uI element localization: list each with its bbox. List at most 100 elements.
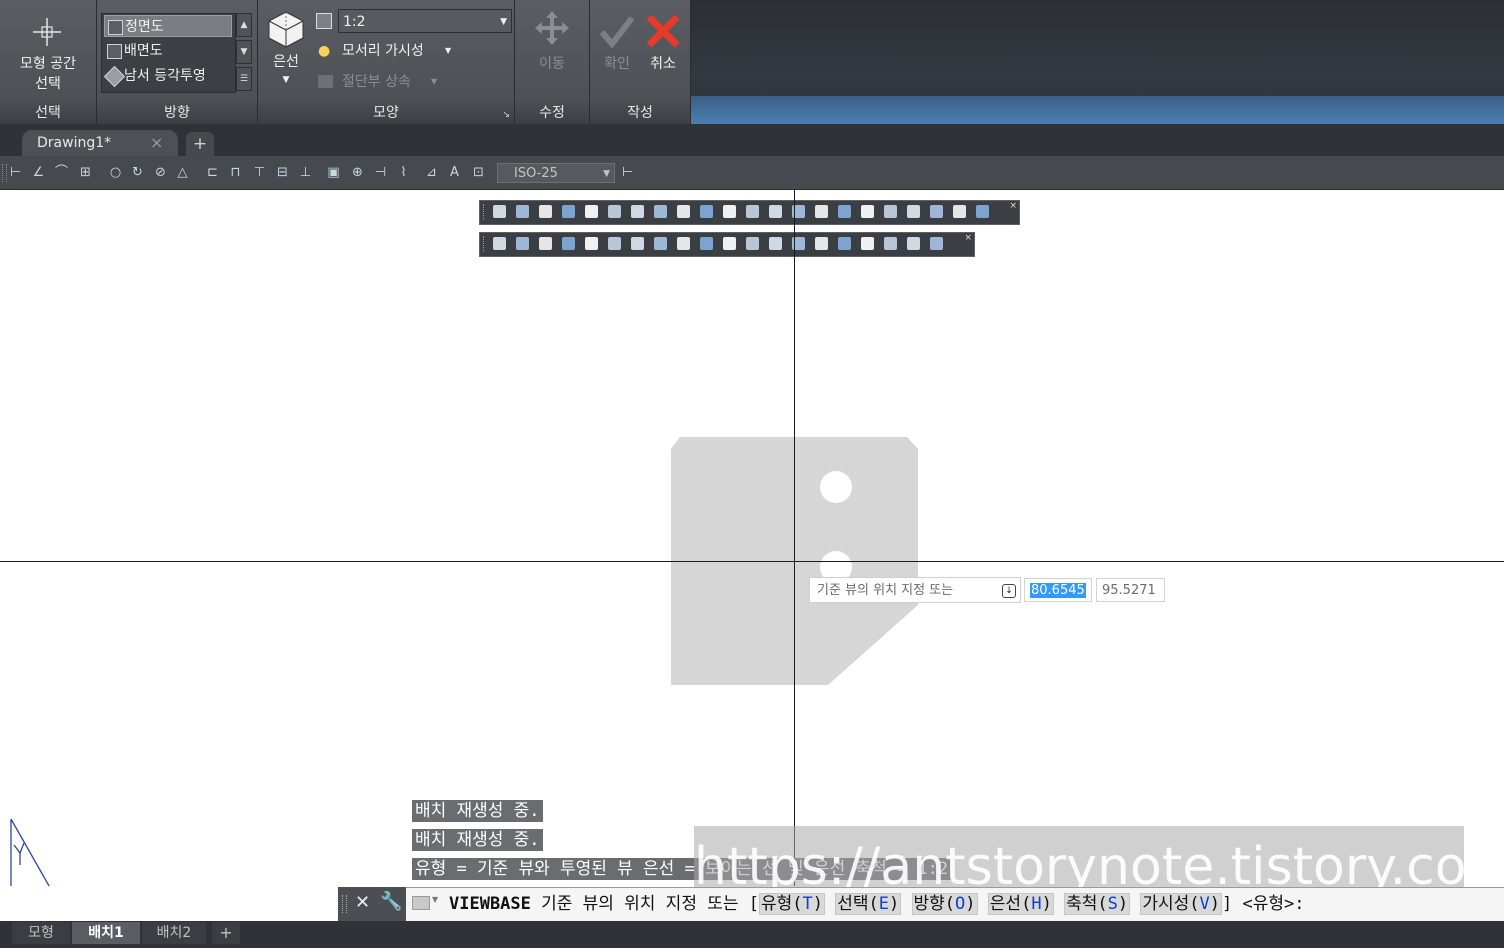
dim-update-icon[interactable]: ⊡ xyxy=(471,165,486,180)
option-key: H xyxy=(1031,894,1042,914)
layout-tab-model[interactable]: 모형 xyxy=(12,922,70,944)
chevron-down-icon: ▼ xyxy=(603,169,610,179)
option-hidden[interactable]: 은선(H) xyxy=(987,893,1054,915)
recent-commands-icon[interactable] xyxy=(412,896,430,910)
aligned-dim-icon[interactable]: ∠ xyxy=(31,165,46,180)
inspect-icon[interactable]: ⊣ xyxy=(373,165,388,180)
section-inherit-label: 절단부 상속 xyxy=(342,74,411,90)
lightbulb-icon: ● xyxy=(318,43,331,59)
radius-dim-icon[interactable]: ○ xyxy=(108,165,123,180)
option-label: 가시성 xyxy=(1142,894,1190,914)
x-coordinate-input[interactable]: 80.6545 xyxy=(1024,578,1092,602)
gallery-down-button[interactable]: ▼ xyxy=(236,40,252,64)
prompt-suffix: ] <유형>: xyxy=(1222,894,1305,914)
panel-title-create: 작성 xyxy=(590,102,690,124)
panel-select: 모형 공간 선택 선택 xyxy=(0,0,97,124)
view-item-sw-isometric[interactable]: 남서 등각투영 xyxy=(103,65,232,88)
option-visibility[interactable]: 가시성(V) xyxy=(1140,893,1223,915)
view-item-front[interactable]: 정면도 xyxy=(104,15,232,37)
dimstyle-dropdown[interactable]: ISO-25 ▼ xyxy=(497,163,615,183)
dim-edit-icon[interactable]: ⊿ xyxy=(424,165,439,180)
continue-dim-icon[interactable]: ⊤ xyxy=(252,165,267,180)
angular-dim-icon[interactable]: △ xyxy=(175,165,190,180)
option-type[interactable]: 유형(T) xyxy=(758,893,825,915)
diameter-dim-icon[interactable]: ⊘ xyxy=(153,165,168,180)
gallery-up-button[interactable]: ▲ xyxy=(236,13,252,37)
file-tab-bar xyxy=(0,124,1504,156)
panel-modify: 이동 수정 xyxy=(515,0,590,124)
grip-icon[interactable] xyxy=(342,895,347,913)
option-key: V xyxy=(1199,894,1210,914)
space-dim-icon[interactable]: ⊟ xyxy=(275,165,290,180)
model-space-label-line2: 선택 xyxy=(35,76,61,92)
model-space-label-line1: 모형 공간 xyxy=(20,56,76,72)
layout-tab-layout2[interactable]: 배치2 xyxy=(142,922,206,944)
option-orientation[interactable]: 방향(O) xyxy=(911,893,978,915)
center-mark-icon[interactable]: ⊕ xyxy=(350,165,365,180)
add-layout-button[interactable]: + xyxy=(212,922,240,944)
chevron-down-icon[interactable]: ▼ xyxy=(432,895,438,904)
move-button[interactable]: 이동 xyxy=(515,6,589,92)
checkmark-icon xyxy=(599,16,635,49)
tab-drawing1[interactable]: Drawing1* × xyxy=(22,130,178,156)
close-icon[interactable]: × xyxy=(150,133,163,152)
x-coordinate-value: 80.6545 xyxy=(1030,583,1086,598)
option-key: S xyxy=(1107,894,1118,914)
chevron-down-icon: ▼ xyxy=(500,17,507,27)
jogged-linear-icon[interactable]: ⌇ xyxy=(396,165,411,180)
hidden-lines-button[interactable]: 은선 ▼ xyxy=(262,6,310,92)
close-x-icon xyxy=(646,14,680,48)
option-label: 방향 xyxy=(913,894,945,914)
panel-create: 확인 취소 작성 xyxy=(590,0,691,124)
scale-dropdown[interactable]: 1:2 ▼ xyxy=(338,9,512,33)
ordinate-dim-icon[interactable]: ⊞ xyxy=(78,165,93,180)
dim-text-edit-icon[interactable]: A xyxy=(447,165,462,180)
y-coordinate-input[interactable]: 95.5271 xyxy=(1096,578,1165,602)
jogged-dim-icon[interactable]: ↻ xyxy=(130,165,145,180)
y-coordinate-value: 95.5271 xyxy=(1102,583,1156,598)
panel-title-modify: 수정 xyxy=(515,102,589,124)
toolbar-grip[interactable] xyxy=(2,164,7,182)
dimstyle-manager-icon[interactable]: ⊢ xyxy=(620,165,635,180)
edge-visibility-button[interactable]: ● 모서리 가시성 ▼ xyxy=(318,40,468,62)
view-item-back[interactable]: 배면도 xyxy=(104,40,232,62)
quick-dim-icon[interactable]: ⊏ xyxy=(205,165,220,180)
view-direction-gallery: 정면도 배면도 남서 등각투영 xyxy=(101,13,236,93)
hole-top xyxy=(820,471,852,503)
drawing-canvas[interactable] xyxy=(0,189,1504,886)
break-dim-icon[interactable]: ⊥ xyxy=(298,165,313,180)
baseline-dim-icon[interactable]: ⊓ xyxy=(228,165,243,180)
move-arrows-icon xyxy=(535,11,569,45)
new-tab-button[interactable]: + xyxy=(186,132,214,156)
ucs-icon xyxy=(10,818,50,886)
wrench-icon[interactable]: 🔧 xyxy=(380,891,402,912)
command-history-line: 배치 재생성 중. xyxy=(412,800,543,822)
option-key: T xyxy=(802,894,813,914)
isometric-cube-icon xyxy=(103,65,126,88)
option-key: E xyxy=(878,894,890,914)
layout-tab-layout1[interactable]: 배치1 xyxy=(72,922,140,944)
hidden-lines-label: 은선 xyxy=(273,54,299,70)
dimstyle-value: ISO-25 xyxy=(514,166,558,181)
cancel-button[interactable]: 취소 xyxy=(640,6,686,92)
crosshair-horizontal xyxy=(0,561,1504,562)
panel-expand-arrow-icon[interactable]: ↘ xyxy=(502,110,510,120)
model-space-select-button[interactable]: 모형 공간 선택 xyxy=(0,6,96,96)
cancel-label: 취소 xyxy=(650,56,676,72)
option-scale[interactable]: 축척(S) xyxy=(1064,893,1131,915)
down-arrow-options-icon[interactable]: ↓ xyxy=(1002,584,1016,598)
dynamic-input-text: 기준 뷰의 위치 지정 또는 xyxy=(817,583,954,598)
section-inherit-button[interactable]: 절단부 상속 ▼ xyxy=(318,71,468,93)
linear-dim-icon[interactable]: ⊢ xyxy=(8,165,23,180)
option-label: 축척 xyxy=(1066,894,1098,914)
panel-title-shape: 모양 xyxy=(258,102,514,124)
option-select[interactable]: 선택(E) xyxy=(835,893,902,915)
arc-length-icon[interactable]: ⌒ xyxy=(54,165,69,180)
gallery-expand-button[interactable]: ☰ xyxy=(236,67,252,91)
ribbon-empty-area xyxy=(690,96,1504,124)
ok-label: 확인 xyxy=(604,56,630,72)
close-icon[interactable]: ✕ xyxy=(355,892,370,913)
ok-button[interactable]: 확인 xyxy=(594,6,640,92)
option-label: 은선 xyxy=(989,894,1022,914)
tolerance-icon[interactable]: ▣ xyxy=(326,165,341,180)
